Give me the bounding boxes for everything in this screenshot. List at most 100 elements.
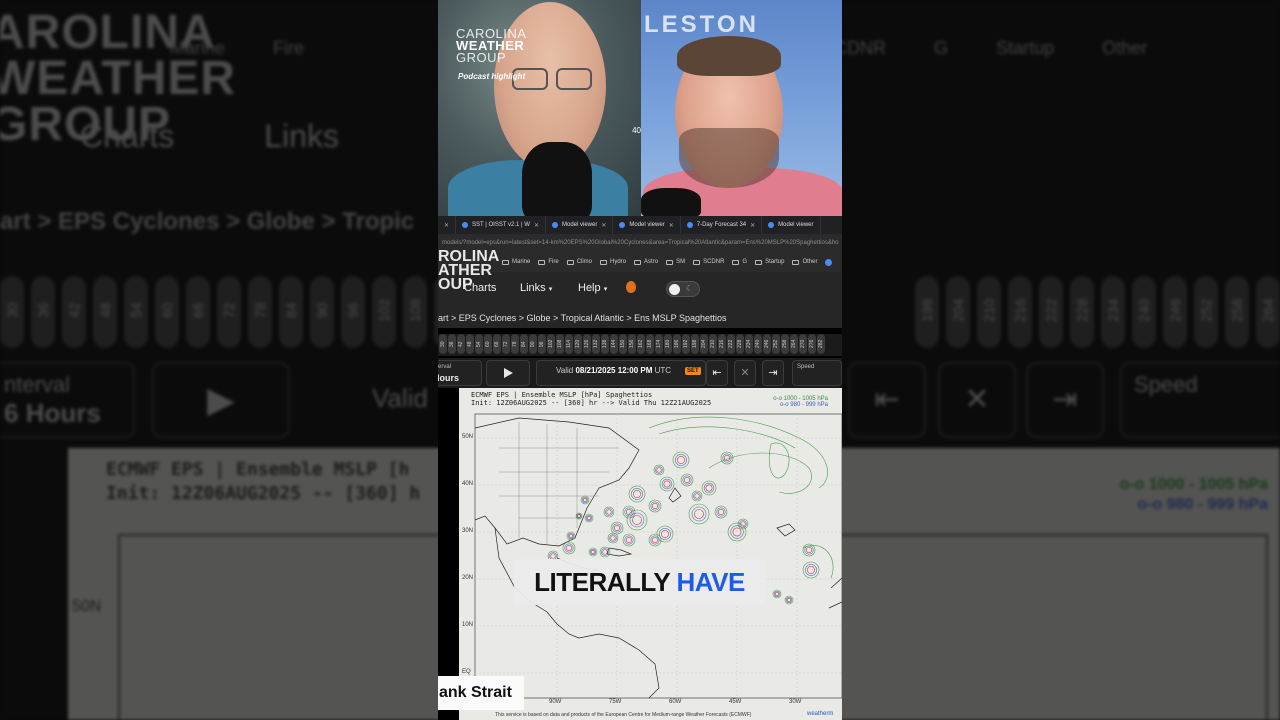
forecast-hour-button[interactable]: 60 xyxy=(484,334,492,354)
nav-links[interactable]: Links ▾ xyxy=(520,282,552,294)
forecast-hour-button[interactable]: 276 xyxy=(808,334,816,354)
bookmark-item[interactable]: Other xyxy=(792,259,817,265)
bookmark-item[interactable]: Fire xyxy=(538,259,559,265)
browser-tab[interactable]: Model viewer ✕ xyxy=(546,216,614,234)
forecast-hour-button[interactable]: 240 xyxy=(754,334,762,354)
forecast-hour-button[interactable]: 84 xyxy=(520,334,528,354)
forecast-hour-button[interactable]: 66 xyxy=(493,334,501,354)
forecast-hour-button[interactable]: 210 xyxy=(709,334,717,354)
animation-controls: nterval Hours Valid 08/21/2025 12:00 PM … xyxy=(438,358,842,388)
map-footer-link[interactable]: weatherm xyxy=(807,711,833,717)
forecast-hour-button[interactable]: 96 xyxy=(538,334,546,354)
play-button[interactable] xyxy=(486,360,530,386)
browser-tab[interactable]: SST | OISST v2.1 | W ✕ xyxy=(456,216,546,234)
podcast-tagline: Podcast highlight xyxy=(458,72,526,81)
forecast-hour-button[interactable]: 180 xyxy=(664,334,672,354)
forecast-hour-button[interactable]: 102 xyxy=(547,334,555,354)
chevron-down-icon: ▾ xyxy=(548,286,553,293)
speed-control[interactable]: Speed xyxy=(792,360,842,386)
forecast-hour-button[interactable]: 252 xyxy=(772,334,780,354)
last-frame-button[interactable]: ⇥ xyxy=(762,360,784,386)
forecast-hour-button[interactable]: 72 xyxy=(502,334,510,354)
close-icon[interactable]: ✕ xyxy=(534,222,539,229)
close-icon[interactable]: ✕ xyxy=(750,222,755,229)
close-icon[interactable]: ✕ xyxy=(669,222,674,229)
forecast-hour-button[interactable]: 156 xyxy=(628,334,636,354)
forecast-hour-button[interactable]: 234 xyxy=(745,334,753,354)
low-pressure-ring xyxy=(652,503,659,510)
bookmark-item[interactable]: G xyxy=(732,259,747,265)
forecast-hour-button[interactable]: 204 xyxy=(700,334,708,354)
glasses-right-lens xyxy=(556,68,592,90)
tab-label: Model viewer xyxy=(778,222,814,228)
forecast-hour-button[interactable]: 42 xyxy=(457,334,465,354)
breadcrumb[interactable]: art > EPS Cyclones > Globe > Tropical At… xyxy=(438,308,842,328)
podcast-logo-line: CAROLINA xyxy=(456,26,527,41)
forecast-hour-button[interactable]: 264 xyxy=(790,334,798,354)
forecast-hour-button[interactable]: 36 xyxy=(448,334,456,354)
forecast-hour-button[interactable]: 282 xyxy=(817,334,825,354)
set-button[interactable]: SET xyxy=(685,367,701,375)
forecast-hour-button[interactable]: 78 xyxy=(511,334,519,354)
bookmark-item[interactable]: Astro xyxy=(634,259,658,265)
forecast-hour-button[interactable]: 228 xyxy=(736,334,744,354)
low-pressure-ring xyxy=(633,490,641,498)
forecast-hour-button[interactable]: 246 xyxy=(763,334,771,354)
forecast-hour-button[interactable]: 192 xyxy=(682,334,690,354)
forecast-hour-button[interactable]: 90 xyxy=(529,334,537,354)
forecast-hour-button[interactable]: 186 xyxy=(673,334,681,354)
forecast-hour-button[interactable]: 114 xyxy=(565,334,573,354)
forecast-hour-button[interactable]: 198 xyxy=(691,334,699,354)
forecast-hour-button[interactable]: 144 xyxy=(610,334,618,354)
forecast-hour-button[interactable]: 54 xyxy=(475,334,483,354)
folder-icon xyxy=(732,259,740,265)
forecast-hour-button[interactable]: 216 xyxy=(718,334,726,354)
low-pressure-ring xyxy=(691,506,707,522)
folder-icon xyxy=(600,259,608,265)
first-frame-button[interactable]: ⇤ xyxy=(706,360,728,386)
browser-tab[interactable]: Model viewer ✕ xyxy=(613,216,681,234)
low-pressure-ring xyxy=(626,537,633,544)
close-icon[interactable]: ✕ xyxy=(601,222,606,229)
low-pressure-ring xyxy=(684,477,691,484)
forecast-hour-button[interactable]: 174 xyxy=(655,334,663,354)
bookmark-label: Startup xyxy=(765,259,785,265)
forecast-hour-button[interactable]: 258 xyxy=(781,334,789,354)
bookmark-item[interactable]: SCDNR xyxy=(693,259,724,265)
low-pressure-ring xyxy=(606,509,612,515)
play-icon xyxy=(504,368,513,378)
forecast-hour-button[interactable]: 48 xyxy=(466,334,474,354)
forecast-hour-button[interactable]: 108 xyxy=(556,334,564,354)
forecast-hour-button[interactable]: 270 xyxy=(799,334,807,354)
low-pressure-ring xyxy=(774,591,780,597)
forecast-hour-button[interactable]: 222 xyxy=(727,334,735,354)
bookmark-item[interactable]: Hydro xyxy=(600,259,626,265)
forecast-hour-button[interactable]: 150 xyxy=(619,334,627,354)
forecast-hour-button[interactable]: 168 xyxy=(646,334,654,354)
nav-charts[interactable]: Charts xyxy=(464,282,496,294)
low-pressure-ring xyxy=(694,493,700,499)
forecast-hour-button[interactable]: 126 xyxy=(583,334,591,354)
low-pressure-ring xyxy=(550,553,556,559)
forecast-hour-button[interactable]: 120 xyxy=(574,334,582,354)
low-pressure-ring xyxy=(677,456,685,464)
browser-tab[interactable]: Model viewer xyxy=(762,216,821,234)
bookmark-item[interactable]: SM xyxy=(666,259,685,265)
forecast-hour-button[interactable]: 30 xyxy=(439,334,447,354)
forecast-hour-button[interactable]: 162 xyxy=(637,334,645,354)
bug-report-icon[interactable] xyxy=(626,281,636,293)
forecast-hour-button[interactable]: 138 xyxy=(601,334,609,354)
bookmark-item[interactable]: Startup xyxy=(755,259,784,265)
nav-help[interactable]: Help ▾ xyxy=(578,282,607,294)
bookmark-item[interactable]: Marine xyxy=(502,259,530,265)
low-pressure-ring xyxy=(629,512,645,528)
close-icon[interactable]: ✕ xyxy=(444,222,449,229)
browser-tab[interactable]: ✕ xyxy=(438,216,457,234)
bookmark-item[interactable]: Climo xyxy=(566,259,592,265)
google-icon[interactable] xyxy=(825,258,833,266)
dark-mode-toggle[interactable]: ☾ xyxy=(666,281,700,297)
interval-select[interactable]: nterval Hours xyxy=(438,360,482,386)
browser-tab[interactable]: 7-Day Forecast 34 ✕ xyxy=(681,216,763,234)
clear-button[interactable]: ✕ xyxy=(734,360,756,386)
forecast-hour-button[interactable]: 132 xyxy=(592,334,600,354)
